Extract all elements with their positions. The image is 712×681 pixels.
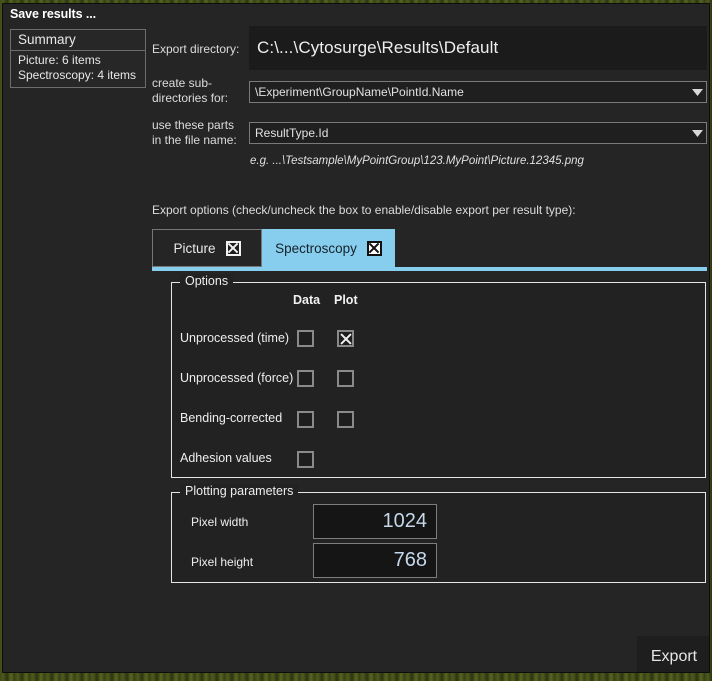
option-label-adhesion-values: Adhesion values [180,451,272,465]
pixel-width-label: Pixel width [191,515,249,529]
subdirectories-dropdown[interactable]: \Experiment\GroupName\PointId.Name [249,81,707,103]
summary-body: Picture: 6 items Spectroscopy: 4 items [11,51,145,87]
options-groupbox-title: Options [180,274,234,288]
checkbox-unprocessed-time-plot[interactable] [337,330,354,347]
summary-row-picture: Picture: 6 items [18,53,101,67]
chevron-down-icon [689,129,706,137]
pixel-height-input[interactable]: 768 [313,543,437,578]
option-label-unprocessed-force: Unprocessed (force) [180,371,294,385]
checkbox-unprocessed-force-plot[interactable] [337,370,354,387]
summary-row-spectroscopy: Spectroscopy: 4 items [18,68,137,82]
tab-picture-checkbox-icon[interactable] [225,240,241,256]
checkbox-unprocessed-time-data[interactable] [297,330,314,347]
plotting-parameters-groupbox: Plotting parameters Pixel width 1024 Pix… [171,484,706,583]
export-button[interactable]: Export [637,636,709,672]
column-header-data: Data [293,293,321,307]
options-groupbox: Options Data Plot Unprocessed (time) Unp… [171,274,706,478]
file-name-parts-label: use these parts in the file name: [152,118,237,147]
dialog-titlebar: Save results ... [3,4,709,26]
checkbox-bending-corrected-data[interactable] [297,411,314,428]
checkbox-unprocessed-force-data[interactable] [297,370,314,387]
tab-picture[interactable]: Picture [152,229,262,267]
subdirectories-dropdown-value: \Experiment\GroupName\PointId.Name [255,85,464,99]
chevron-down-icon [689,88,706,96]
summary-panel: Summary Picture: 6 items Spectroscopy: 4… [10,29,146,88]
tab-picture-label: Picture [173,240,216,256]
file-name-example-text: e.g. ...\Testsample\MyPointGroup\123.MyP… [250,155,584,167]
pixel-width-input[interactable]: 1024 [313,504,437,539]
tab-spectroscopy-checkbox-icon[interactable] [366,240,382,256]
option-label-unprocessed-time: Unprocessed (time) [180,331,290,345]
plotting-parameters-title: Plotting parameters [180,484,299,498]
column-header-plot: Plot [334,293,358,307]
summary-header: Summary [11,30,145,51]
checkbox-bending-corrected-plot[interactable] [337,411,354,428]
file-name-parts-dropdown[interactable]: ResultType.Id [249,122,707,144]
export-directory-input[interactable]: C:\...\Cytosurge\Results\Default [249,26,707,70]
export-options-tabstrip: Picture Spectroscopy [152,229,707,271]
subdirectories-label: create sub- directories for: [152,76,229,105]
option-label-bending-corrected: Bending-corrected [180,411,283,425]
tab-active-underline [152,267,707,271]
save-results-dialog: Save results ... Summary Picture: 6 item… [2,3,710,673]
tab-spectroscopy-label: Spectroscopy [275,240,357,256]
export-directory-label: Export directory: [152,42,240,56]
checkbox-adhesion-values-data[interactable] [297,451,314,468]
file-name-parts-dropdown-value: ResultType.Id [255,126,329,140]
dialog-title: Save results ... [10,7,96,21]
tab-spectroscopy[interactable]: Spectroscopy [262,229,395,267]
pixel-height-label: Pixel height [191,555,254,569]
export-options-description: Export options (check/uncheck the box to… [152,203,576,217]
